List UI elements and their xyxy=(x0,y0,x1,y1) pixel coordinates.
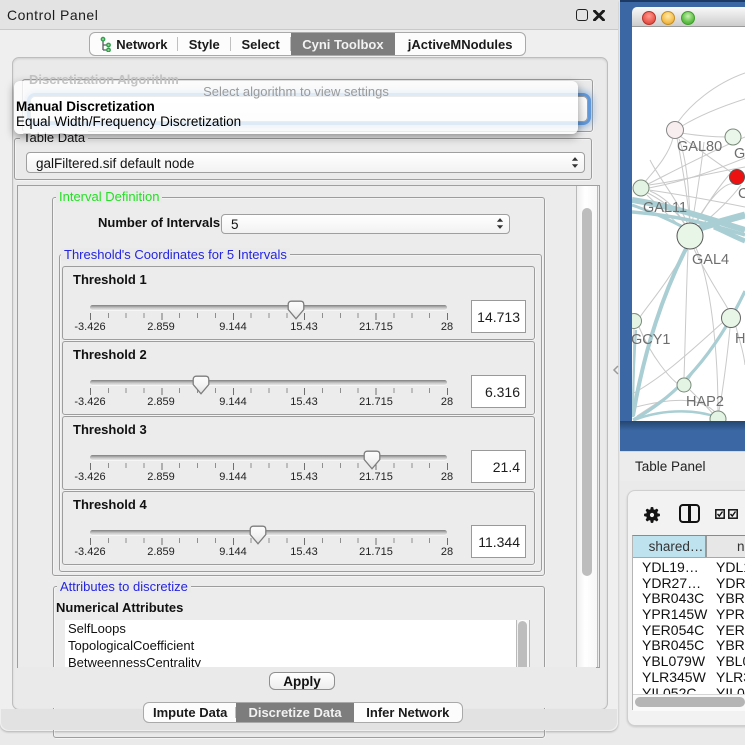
svg-text:GAL4: GAL4 xyxy=(692,252,729,268)
svg-text:GA: GA xyxy=(734,146,745,162)
svg-text:GAL80: GAL80 xyxy=(677,139,722,155)
svg-text:HAP2: HAP2 xyxy=(686,394,724,410)
svg-text:C: C xyxy=(738,186,745,202)
svg-text:GCY1: GCY1 xyxy=(632,332,671,348)
svg-text:GAL11: GAL11 xyxy=(643,200,687,216)
svg-text:H: H xyxy=(735,331,745,347)
